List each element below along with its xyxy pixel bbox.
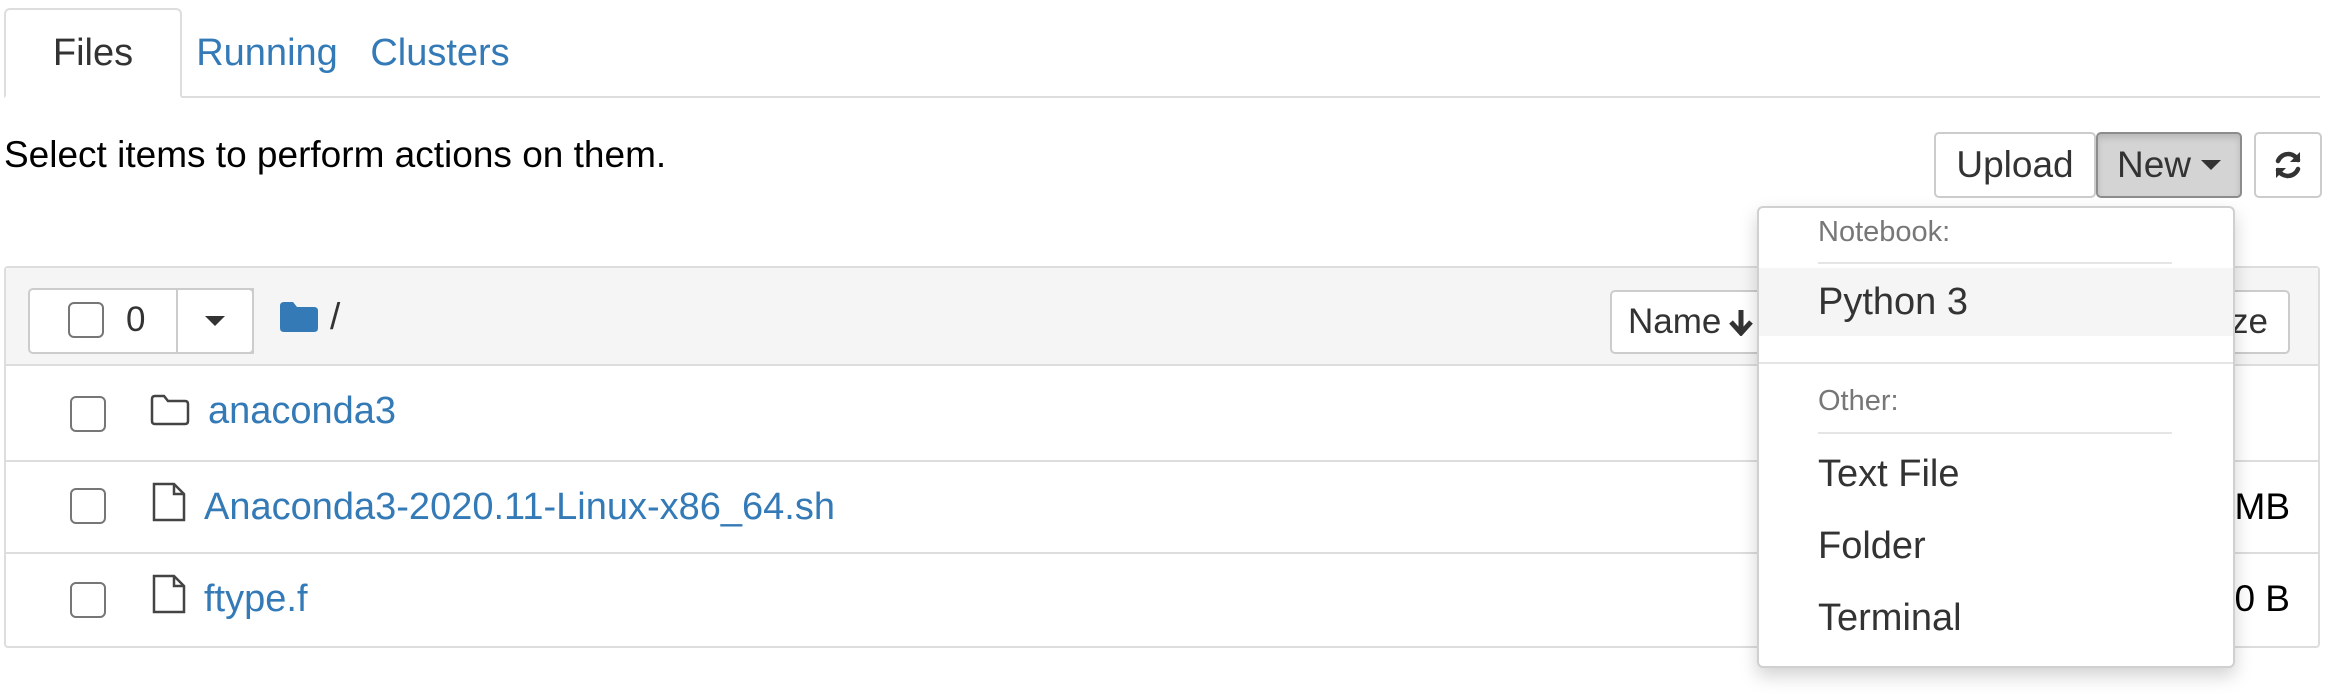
sort-size-label: ze	[2231, 302, 2268, 341]
refresh-icon	[2275, 151, 2301, 179]
upload-button[interactable]: Upload	[1934, 132, 2096, 198]
selection-dropdown-button[interactable]	[176, 288, 254, 354]
row-checkbox[interactable]	[70, 582, 106, 618]
tab-clusters[interactable]: Clusters	[352, 8, 528, 98]
menu-item-terminal[interactable]: Terminal	[1759, 584, 2233, 652]
selected-count: 0	[126, 300, 146, 339]
file-name-link[interactable]: Anaconda3-2020.11-Linux-x86_64.sh	[204, 486, 835, 529]
file-name-link[interactable]: ftype.f	[204, 578, 308, 621]
file-size: MB	[2234, 486, 2291, 527]
select-all-checkbox[interactable]	[68, 302, 104, 338]
folder-icon	[280, 302, 318, 332]
sort-by-name-button[interactable]: Name	[1610, 290, 1780, 354]
file-name-link[interactable]: anaconda3	[208, 390, 396, 433]
menu-divider	[1759, 362, 2233, 364]
caret-down-icon	[2201, 160, 2222, 170]
row-checkbox[interactable]	[70, 488, 106, 524]
file-icon	[152, 574, 186, 614]
folder-outline-icon	[150, 394, 190, 426]
caret-down-icon	[205, 316, 225, 326]
menu-header-other: Other:	[1818, 385, 1899, 417]
file-size: 0 B	[2234, 578, 2290, 619]
tab-running[interactable]: Running	[182, 8, 352, 98]
refresh-button[interactable]	[2254, 132, 2322, 198]
new-label: New	[2116, 144, 2192, 185]
menu-item-folder[interactable]: Folder	[1759, 512, 2233, 580]
new-dropdown-button[interactable]: New	[2096, 132, 2242, 198]
tab-files[interactable]: Files	[4, 8, 182, 98]
arrow-down-icon	[1729, 310, 1754, 336]
menu-item-python-3[interactable]: Python 3	[1759, 268, 2233, 336]
sort-name-label: Name	[1628, 302, 1722, 341]
file-icon	[152, 482, 186, 522]
row-checkbox[interactable]	[70, 396, 106, 432]
menu-header-rule	[1818, 432, 2172, 434]
menu-header-rule	[1818, 262, 2172, 264]
menu-item-text-file[interactable]: Text File	[1759, 440, 2233, 508]
upload-label: Upload	[1956, 144, 2074, 185]
menu-header-notebook: Notebook:	[1818, 216, 1951, 248]
selection-hint: Select items to perform actions on them.	[4, 134, 667, 175]
current-path[interactable]: /	[330, 296, 340, 338]
